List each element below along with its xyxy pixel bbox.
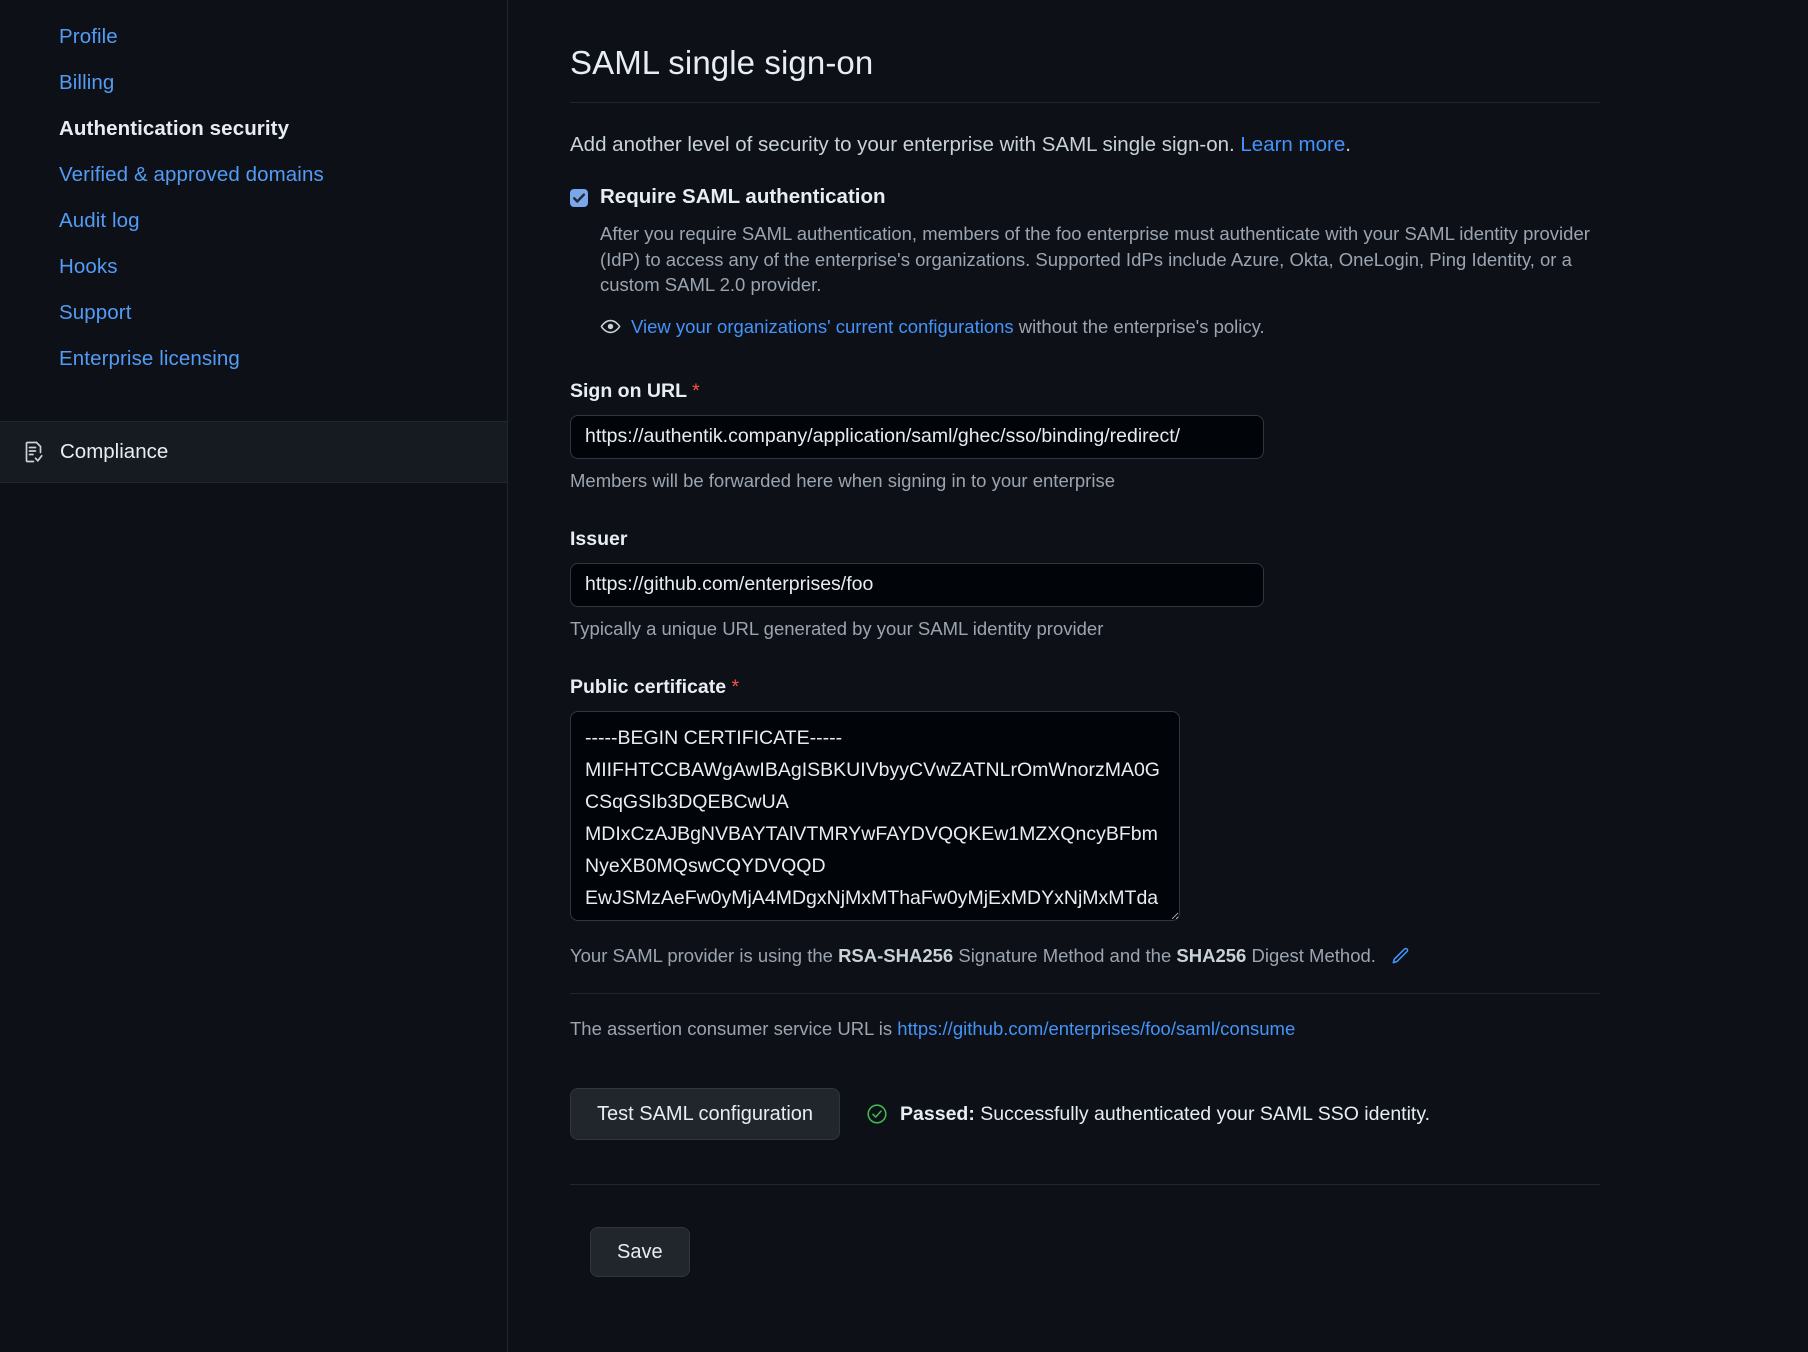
issuer-label: Issuer xyxy=(570,526,1780,552)
bottom-divider xyxy=(570,1184,1600,1185)
sidebar-item-compliance[interactable]: Compliance xyxy=(0,421,507,483)
save-button[interactable]: Save xyxy=(590,1227,690,1277)
issuer-field: Issuer Typically a unique URL generated … xyxy=(570,526,1780,641)
public-certificate-label: Public certificate * xyxy=(570,674,1780,700)
issuer-hint: Typically a unique URL generated by your… xyxy=(570,616,1780,641)
intro-paragraph: Add another level of security to your en… xyxy=(570,130,1780,160)
test-status-badge: Passed: Successfully authenticated your … xyxy=(866,1101,1430,1127)
public-certificate-required-marker: * xyxy=(731,676,739,698)
assertion-consumer-url-link[interactable]: https://github.com/enterprises/foo/saml/… xyxy=(897,1018,1295,1039)
signature-middle: Signature Method and the xyxy=(953,945,1176,966)
test-saml-row: Test SAML configuration Passed: Successf… xyxy=(570,1088,1780,1140)
sidebar-item-billing[interactable]: Billing xyxy=(0,60,507,106)
intro-text: Add another level of security to your en… xyxy=(570,133,1240,156)
pencil-icon[interactable] xyxy=(1390,946,1410,966)
learn-more-link[interactable]: Learn more xyxy=(1240,133,1345,156)
page-title: SAML single sign-on xyxy=(570,40,1780,86)
sign-on-url-hint: Members will be forwarded here when sign… xyxy=(570,468,1780,493)
assertion-consumer-info: The assertion consumer service URL is ht… xyxy=(570,1016,1780,1042)
test-status-text: Passed: Successfully authenticated your … xyxy=(900,1101,1430,1127)
view-configurations-row: View your organizations' current configu… xyxy=(600,314,1780,340)
require-saml-block: Require SAML authentication After you re… xyxy=(570,184,1780,340)
issuer-label-text: Issuer xyxy=(570,528,627,550)
view-configurations-link[interactable]: View your organizations' current configu… xyxy=(631,316,1014,337)
main-content: SAML single sign-on Add another level of… xyxy=(508,0,1808,1352)
require-saml-checkbox[interactable] xyxy=(570,189,588,207)
sign-on-url-input[interactable] xyxy=(570,415,1264,459)
check-circle-icon xyxy=(866,1103,888,1125)
sidebar-item-profile[interactable]: Profile xyxy=(0,14,507,60)
sign-on-url-label: Sign on URL * xyxy=(570,378,1780,404)
sidebar-link-support[interactable]: Support xyxy=(0,290,507,336)
view-configurations-text: View your organizations' current configu… xyxy=(631,314,1265,340)
public-certificate-field: Public certificate * -----BEGIN CERTIFIC… xyxy=(570,674,1780,921)
signature-divider xyxy=(570,993,1600,994)
assertion-consumer-prefix: The assertion consumer service URL is xyxy=(570,1018,897,1039)
sidebar-item-enterprise-licensing[interactable]: Enterprise licensing xyxy=(0,336,507,382)
sidebar-item-verified-approved-domains[interactable]: Verified & approved domains xyxy=(0,152,507,198)
intro-period: . xyxy=(1345,133,1351,156)
sign-on-url-label-text: Sign on URL xyxy=(570,380,687,402)
sign-on-url-required-marker: * xyxy=(692,380,700,402)
compliance-report-icon xyxy=(22,440,46,464)
sign-on-url-field: Sign on URL * Members will be forwarded … xyxy=(570,378,1780,493)
signature-method-text: Your SAML provider is using the RSA-SHA2… xyxy=(570,943,1376,969)
sidebar-item-audit-log[interactable]: Audit log xyxy=(0,198,507,244)
save-button-wrapper: Save xyxy=(570,1227,1780,1277)
signature-method-value: RSA-SHA256 xyxy=(838,945,953,966)
signature-prefix: Your SAML provider is using the xyxy=(570,945,838,966)
test-status-detail: Successfully authenticated your SAML SSO… xyxy=(975,1103,1430,1125)
sidebar-link-hooks[interactable]: Hooks xyxy=(0,244,507,290)
issuer-input[interactable] xyxy=(570,563,1264,607)
require-saml-description: After you require SAML authentication, m… xyxy=(600,221,1608,298)
digest-method-value: SHA256 xyxy=(1176,945,1246,966)
public-certificate-label-text: Public certificate xyxy=(570,676,726,698)
checkmark-icon xyxy=(572,191,586,205)
sidebar-link-verified-approved-domains[interactable]: Verified & approved domains xyxy=(0,152,507,198)
sidebar-link-authentication-security[interactable]: Authentication security xyxy=(0,106,507,152)
view-configurations-suffix: without the enterprise's policy. xyxy=(1014,316,1265,337)
app-root: Profile Billing Authentication security … xyxy=(0,0,1808,1352)
signature-suffix: Digest Method. xyxy=(1246,945,1376,966)
sidebar-link-billing[interactable]: Billing xyxy=(0,60,507,106)
sidebar-link-audit-log[interactable]: Audit log xyxy=(0,198,507,244)
settings-sidebar: Profile Billing Authentication security … xyxy=(0,0,508,1352)
sidebar-item-authentication-security[interactable]: Authentication security xyxy=(0,106,507,152)
test-status-strong: Passed: xyxy=(900,1103,975,1125)
signature-method-info: Your SAML provider is using the RSA-SHA2… xyxy=(570,943,1780,969)
compliance-label: Compliance xyxy=(60,440,168,464)
title-divider xyxy=(570,102,1600,103)
sidebar-item-support[interactable]: Support xyxy=(0,290,507,336)
sidebar-item-hooks[interactable]: Hooks xyxy=(0,244,507,290)
sidebar-nav-list: Profile Billing Authentication security … xyxy=(0,14,507,382)
sidebar-link-enterprise-licensing[interactable]: Enterprise licensing xyxy=(0,336,507,382)
eye-icon xyxy=(600,316,621,337)
require-saml-label[interactable]: Require SAML authentication xyxy=(600,184,1780,210)
sidebar-link-profile[interactable]: Profile xyxy=(0,14,507,60)
test-saml-configuration-button[interactable]: Test SAML configuration xyxy=(570,1088,840,1140)
public-certificate-textarea[interactable]: -----BEGIN CERTIFICATE----- MIIFHTCCBAWg… xyxy=(570,711,1180,921)
